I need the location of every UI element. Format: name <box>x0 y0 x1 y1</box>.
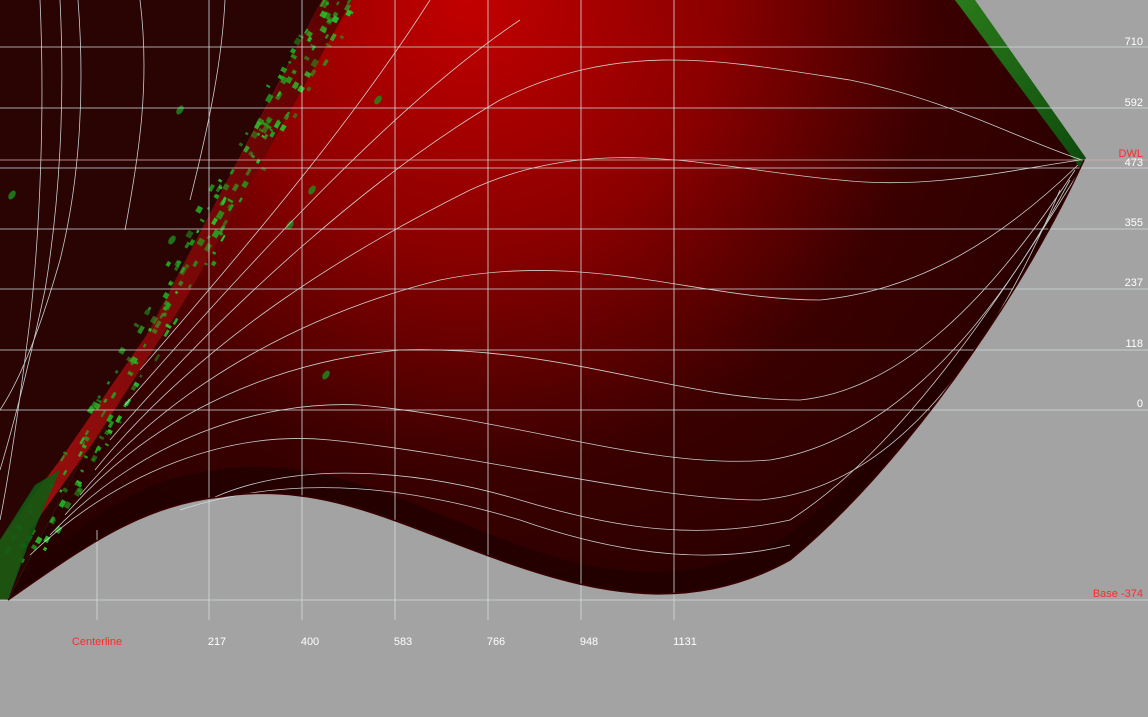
waterline-label-118: 118 <box>1125 338 1143 350</box>
station-label-400: 400 <box>300 636 320 648</box>
waterline-label-710: 710 <box>1124 36 1143 48</box>
station-label-766: 766 <box>486 636 506 648</box>
station-label-1131: 1131 <box>673 636 697 648</box>
station-label-948: 948 <box>579 636 599 648</box>
waterline-label-0: 0 <box>1136 398 1143 410</box>
station-label-583: 583 <box>393 636 413 648</box>
base-label: Base -374 <box>1092 588 1143 600</box>
waterline-label-237: 237 <box>1124 277 1143 289</box>
waterline-label-355: 355 <box>1124 217 1143 229</box>
waterline-label-473: 473 <box>1124 157 1143 169</box>
hull-view-viewport[interactable]: 710 592 DWL 473 355 237 118 0 Base -374 … <box>0 0 1148 717</box>
station-label-217: 217 <box>207 636 227 648</box>
station-label-centerline: Centerline <box>71 636 123 648</box>
hull-render[interactable] <box>0 0 1148 717</box>
waterline-label-592: 592 <box>1124 97 1143 109</box>
